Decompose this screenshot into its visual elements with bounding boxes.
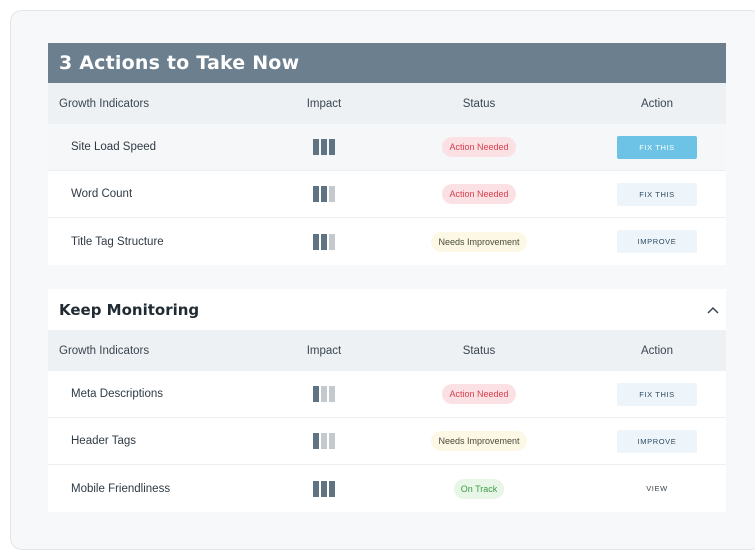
impact-bar — [313, 186, 319, 202]
fix-this-button[interactable]: FIX THIS — [617, 382, 697, 406]
monitoring-section: Keep Monitoring Growth Indicators Impact… — [48, 289, 726, 512]
impact-meter — [278, 233, 370, 250]
table-row: Mobile Friendliness On Track VIEW — [48, 465, 726, 512]
status-badge: Needs Improvement — [431, 231, 527, 252]
status-badge: Action Needed — [442, 137, 516, 157]
impact-bar — [329, 386, 335, 402]
col-impact: Impact — [306, 97, 342, 110]
action-cell: FIX THIS — [588, 182, 726, 206]
impact-bar — [321, 139, 327, 155]
fix-this-button[interactable]: FIX THIS — [617, 135, 697, 159]
impact-bar — [321, 386, 327, 402]
action-cell: FIX THIS — [588, 382, 726, 406]
status-cell: Action Needed — [370, 384, 588, 404]
table-row: Title Tag Structure Needs Improvement IMPR… — [48, 218, 726, 265]
impact-meter — [278, 186, 370, 202]
impact-bar — [321, 186, 327, 202]
status-badge: Action Needed — [442, 384, 516, 404]
impact-meter — [278, 139, 370, 155]
impact-bar — [329, 480, 335, 497]
status-cell: Needs Improvement — [370, 231, 588, 252]
impact-bar — [321, 433, 327, 449]
action-cell: VIEW — [588, 477, 726, 500]
status-cell: Needs Improvement — [370, 431, 588, 451]
impact-meter — [278, 433, 370, 449]
impact-bar — [321, 233, 327, 250]
status-cell: Action Needed — [370, 184, 588, 204]
impact-bar — [313, 386, 319, 402]
chevron-up-icon[interactable] — [706, 303, 720, 317]
col-status: Status — [462, 344, 496, 357]
impact-bar — [329, 233, 335, 250]
status-badge: On Track — [453, 478, 505, 499]
impact-meter — [278, 480, 370, 497]
table-row: Word Count Action Needed FIX THIS — [48, 171, 726, 218]
col-status: Status — [462, 97, 496, 110]
status-cell: On Track — [370, 478, 588, 499]
impact-bar — [329, 139, 335, 155]
indicator-name: Site Load Speed — [71, 141, 157, 153]
status-badge: Action Needed — [442, 184, 516, 204]
section-header-monitoring: Keep Monitoring — [48, 289, 726, 330]
action-cell: IMPROVE — [588, 429, 726, 453]
indicator-name: Meta Descriptions — [71, 388, 164, 400]
status-badge: Needs Improvement — [431, 431, 527, 451]
table-row: Header Tags Needs Improvement IMPROVE — [48, 418, 726, 465]
col-growth-indicators: Growth Indicators — [59, 97, 150, 110]
impact-bar — [313, 480, 319, 497]
actions-section: 3 Actions to Take Now Growth Indicators … — [48, 43, 726, 265]
impact-bar — [321, 480, 327, 497]
col-action: Action — [641, 344, 673, 357]
impact-bar — [313, 433, 319, 449]
status-cell: Action Needed — [370, 137, 588, 157]
indicator-name: Word Count — [71, 188, 133, 200]
col-impact: Impact — [306, 344, 342, 357]
impact-bar — [329, 433, 335, 449]
fix-this-button[interactable]: FIX THIS — [617, 182, 697, 206]
impact-meter — [278, 386, 370, 402]
impact-bar — [313, 233, 319, 250]
section-title-actions: 3 Actions to Take Now — [48, 43, 726, 83]
indicator-name: Header Tags — [71, 435, 136, 447]
indicator-name: Mobile Friendliness — [71, 482, 171, 495]
improve-button[interactable]: IMPROVE — [617, 429, 697, 453]
section-title-monitoring: Keep Monitoring — [59, 300, 200, 319]
action-cell: FIX THIS — [588, 135, 726, 159]
table-row: Site Load Speed Action Needed FIX THIS — [48, 124, 726, 171]
report-card: 3 Actions to Take Now Growth Indicators … — [10, 10, 755, 550]
impact-bar — [313, 139, 319, 155]
indicator-name: Title Tag Structure — [71, 235, 164, 248]
improve-button[interactable]: IMPROVE — [617, 230, 697, 253]
col-action: Action — [641, 97, 673, 110]
table-header: Growth Indicators Impact Status Action — [48, 330, 726, 371]
action-cell: IMPROVE — [588, 230, 726, 253]
table-row: Meta Descriptions Action Needed FIX THIS — [48, 371, 726, 418]
impact-bar — [329, 186, 335, 202]
col-growth-indicators: Growth Indicators — [59, 344, 150, 357]
table-header: Growth Indicators Impact Status Action — [48, 83, 726, 124]
view-button[interactable]: VIEW — [617, 477, 697, 500]
